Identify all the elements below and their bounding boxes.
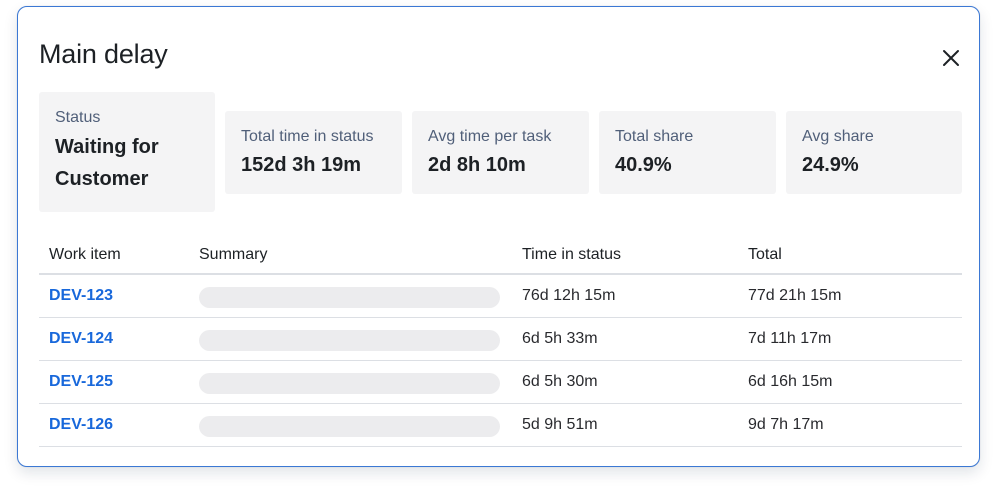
stat-avg-share: Avg share 24.9% (786, 111, 962, 194)
work-item-link[interactable]: DEV-126 (49, 416, 113, 434)
header-total[interactable]: Total (748, 246, 782, 264)
table-header: Work item Summary Time in status Total (39, 233, 962, 275)
time-in-status-cell: 5d 9h 51m (522, 416, 598, 433)
time-in-status-cell: 6d 5h 30m (522, 373, 598, 390)
stat-total-share-label: Total share (615, 128, 694, 145)
stat-status-value-line2: Customer (55, 168, 149, 190)
close-icon (943, 50, 959, 66)
stat-status-label: Status (55, 109, 101, 126)
work-item-link[interactable]: DEV-123 (49, 287, 113, 305)
stat-total-time: Total time in status 152d 3h 19m (225, 111, 402, 194)
total-cell: 77d 21h 15m (748, 287, 842, 304)
stat-avg-time-value: 2d 8h 10m (428, 154, 526, 176)
summary-placeholder (199, 416, 500, 437)
header-work-item[interactable]: Work item (49, 246, 121, 264)
time-in-status-cell: 6d 5h 33m (522, 330, 598, 347)
total-cell: 7d 11h 17m (748, 330, 832, 347)
stat-status-value: Waiting for Customer (55, 131, 199, 195)
stat-total-time-value: 152d 3h 19m (241, 154, 362, 176)
stat-avg-share-label: Avg share (802, 128, 874, 145)
stat-total-time-label: Total time in status (241, 128, 374, 145)
summary-placeholder (199, 373, 500, 394)
main-delay-dialog: Main delay Status Waiting for Customer T… (17, 6, 980, 467)
stat-status-value-line1: Waiting for (55, 136, 159, 158)
work-items-table: Work item Summary Time in status Total D… (39, 233, 962, 447)
work-item-link[interactable]: DEV-124 (49, 330, 113, 348)
total-cell: 6d 16h 15m (748, 373, 833, 390)
header-time-in-status[interactable]: Time in status (522, 246, 621, 264)
table-row: DEV-125 6d 5h 30m 6d 16h 15m (39, 361, 962, 404)
header-summary[interactable]: Summary (199, 246, 267, 264)
dialog-title: Main delay (39, 39, 168, 69)
stat-avg-time: Avg time per task 2d 8h 10m (412, 111, 589, 194)
table-row: DEV-123 76d 12h 15m 77d 21h 15m (39, 275, 962, 318)
time-in-status-cell: 76d 12h 15m (522, 287, 616, 304)
stat-avg-share-value: 24.9% (802, 154, 859, 176)
stat-total-share-value: 40.9% (615, 154, 672, 176)
table-row: DEV-126 5d 9h 51m 9d 7h 17m (39, 404, 962, 447)
close-button[interactable] (936, 43, 966, 73)
summary-placeholder (199, 287, 500, 308)
work-item-link[interactable]: DEV-125 (49, 373, 113, 391)
stat-avg-time-label: Avg time per task (428, 128, 552, 145)
total-cell: 9d 7h 17m (748, 416, 824, 433)
stat-status: Status Waiting for Customer (39, 92, 215, 212)
summary-placeholder (199, 330, 500, 351)
table-row: DEV-124 6d 5h 33m 7d 11h 17m (39, 318, 962, 361)
stat-total-share: Total share 40.9% (599, 111, 776, 194)
